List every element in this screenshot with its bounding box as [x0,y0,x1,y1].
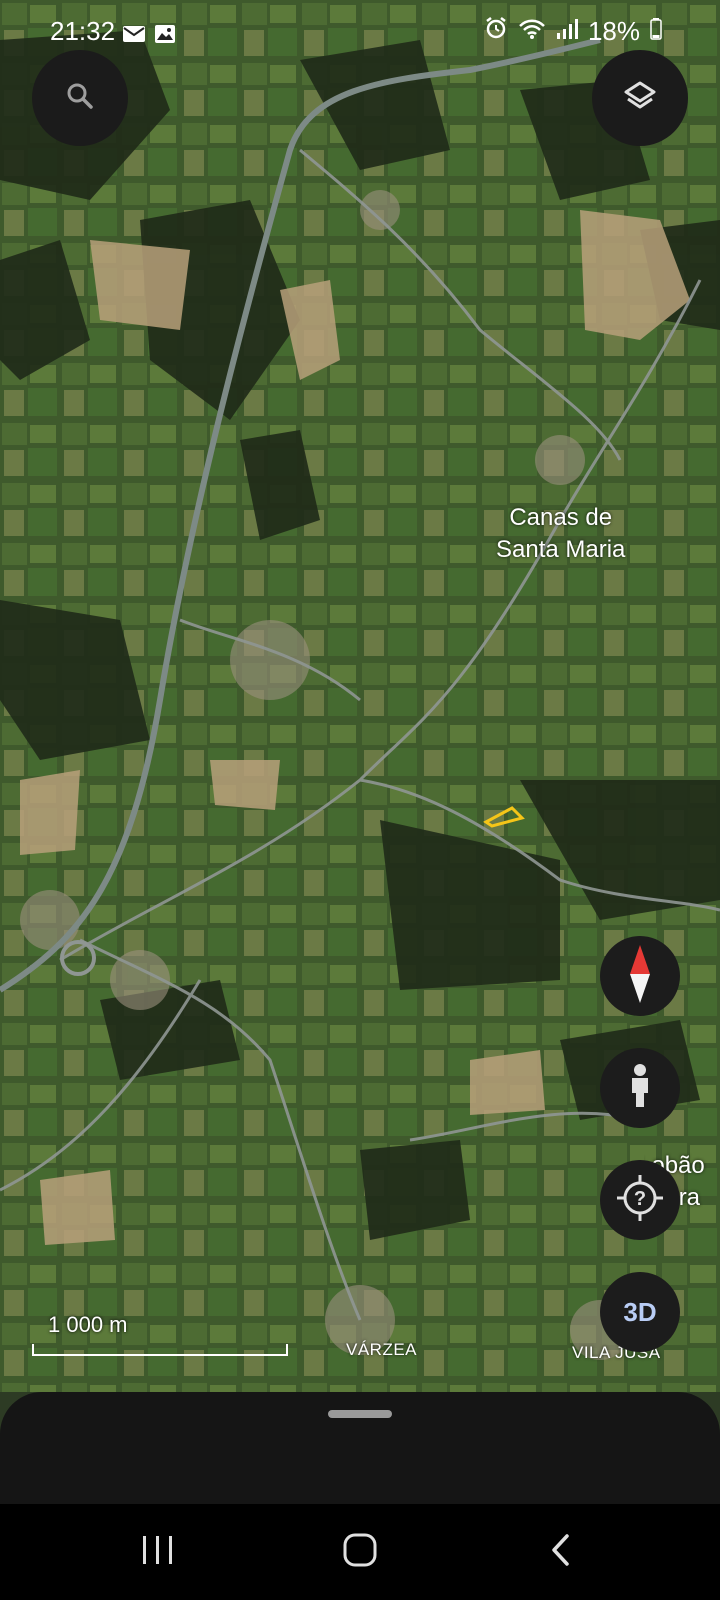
image-icon [154,20,176,51]
search-icon [65,81,95,116]
layers-icon [623,79,657,118]
scale-bar [32,1344,288,1356]
status-time: 21:32 [50,16,116,46]
scale-label: 1 000 m [48,1312,128,1337]
battery-percent: 18% [587,16,640,46]
compass-icon [625,943,655,1010]
drag-handle[interactable] [328,1410,392,1418]
bottom-sheet [0,1392,720,1504]
compass-button[interactable] [600,936,680,1016]
battery-icon [650,16,662,47]
back-button[interactable] [520,1524,600,1580]
3d-toggle-button[interactable]: 3D [600,1272,680,1352]
signal-icon [556,16,578,47]
mail-icon [122,20,146,51]
place-label-varzea: VÁRZEA [346,1340,418,1359]
my-location-button[interactable]: ? [600,1160,680,1240]
wifi-icon [518,16,546,47]
status-bar: 21:32 18% [0,0,720,60]
3d-label: 3D [623,1296,657,1327]
layers-button[interactable] [592,50,688,146]
navigation-bar [0,1504,720,1600]
back-icon [549,1533,571,1572]
svg-text:?: ? [634,1188,646,1210]
place-label-canas: Canas de Santa Maria [496,504,626,563]
search-button[interactable] [32,50,128,146]
alarm-icon [484,16,508,47]
recents-icon [141,1534,175,1571]
home-icon [343,1533,377,1572]
street-view-button[interactable] [600,1048,680,1128]
my-location-icon: ? [615,1173,665,1228]
recents-button[interactable] [118,1524,198,1580]
home-button[interactable] [320,1524,400,1580]
pegman-icon [625,1063,655,1114]
